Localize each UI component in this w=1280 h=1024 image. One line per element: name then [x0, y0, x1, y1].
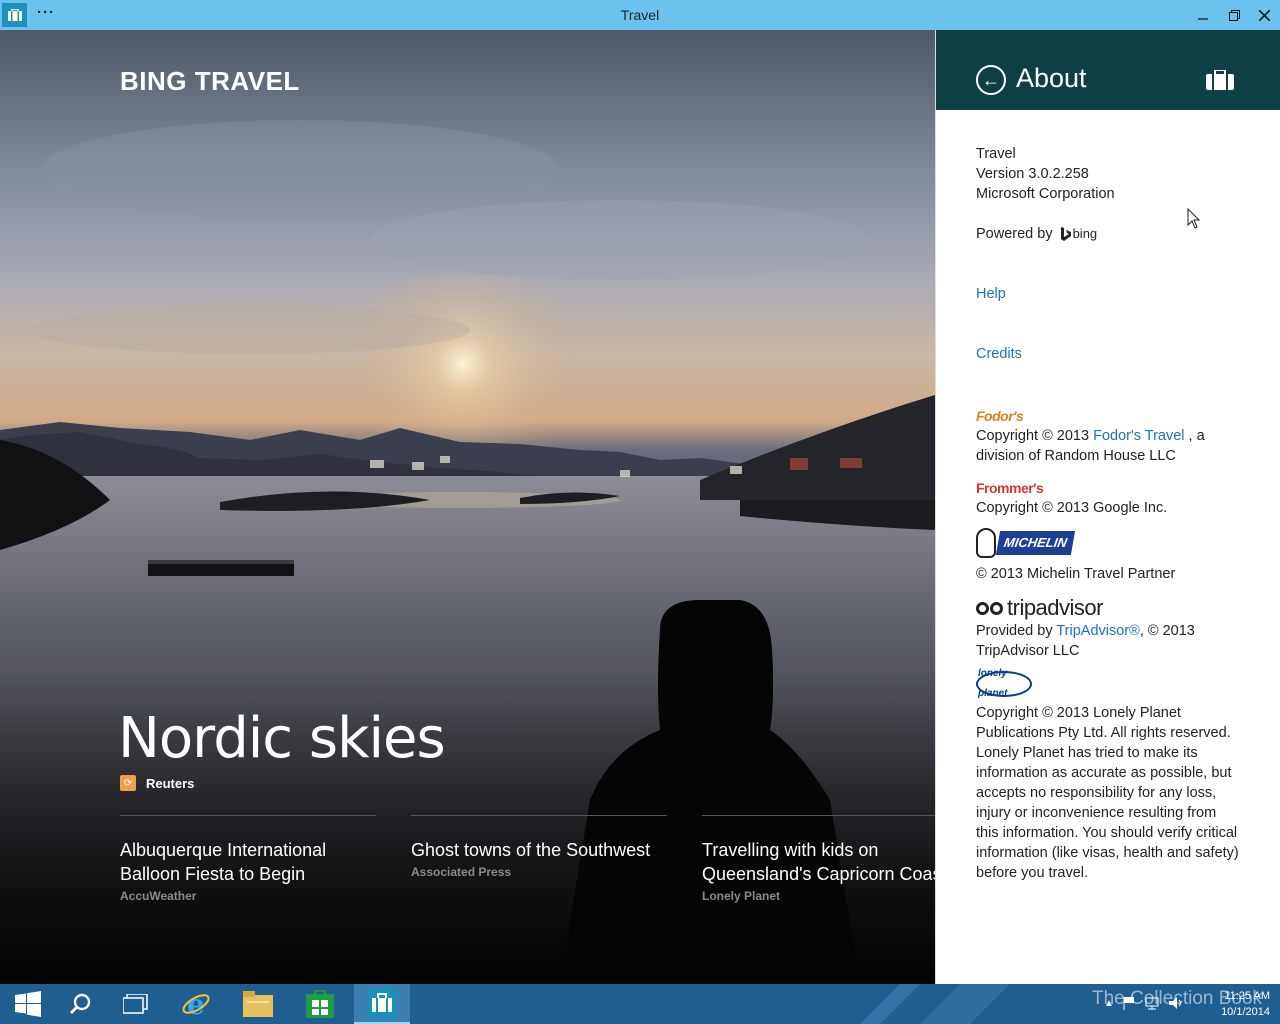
travel-suitcase-icon	[367, 988, 397, 1018]
help-link[interactable]: Help	[976, 286, 1006, 302]
restore-button[interactable]	[1224, 5, 1244, 25]
tripadvisor-logo: tripadvisor	[976, 595, 1103, 620]
store-button[interactable]	[292, 984, 348, 1024]
michelin-wordmark: MICHELIN	[995, 531, 1075, 555]
tripadvisor-copyright: Provided by TripAdvisor®, © 2013 TripAdv…	[976, 621, 1240, 661]
title-bar: ··· Travel	[0, 0, 1280, 30]
story-title-line: Albuquerque International	[120, 840, 327, 860]
hero-source-label: Reuters	[146, 775, 195, 791]
tripadvisor-link[interactable]: TripAdvisor®	[1056, 623, 1139, 639]
story-source: AccuWeather	[120, 889, 197, 903]
fodors-logo: Fodor's	[976, 408, 1024, 424]
story-card[interactable]: Ghost towns of the Southwest Associated …	[411, 815, 667, 879]
lonely-planet-logo: lonely planet	[976, 668, 1032, 699]
story-title-line: Travelling with kids on	[702, 840, 879, 860]
mouse-cursor-icon	[1187, 208, 1201, 229]
hero-panorama[interactable]: BING TRAVEL Nordic skies ⟳ Reuters Albuq…	[0, 30, 935, 984]
app-company: Microsoft Corporation	[976, 186, 1115, 202]
bing-wordmark: bing	[1072, 226, 1098, 241]
about-flyout: ← About Travel Version 3.0.2.258 Microso…	[935, 30, 1280, 984]
powered-by-label: Powered by	[976, 226, 1053, 242]
lonely-planet-disclaimer: Lonely Planet has tried to make its info…	[976, 744, 1239, 881]
tripadvisor-owl-icon	[976, 601, 1003, 615]
search-button[interactable]	[52, 984, 108, 1024]
internet-explorer-icon: e	[182, 989, 210, 1019]
story-source: Associated Press	[411, 865, 512, 879]
tripadvisor-wordmark: tripadvisor	[1007, 595, 1103, 620]
task-view-icon	[123, 994, 148, 1014]
taskbar: e ▲ 11:25 AM 10/1/2014	[0, 984, 1280, 1024]
travel-taskbar-button[interactable]	[354, 984, 410, 1024]
start-button[interactable]	[0, 984, 56, 1024]
svg-text:e: e	[187, 989, 205, 1019]
store-bag-icon	[306, 990, 334, 1018]
bing-logo: bing	[1060, 224, 1098, 244]
story-source: Lonely Planet	[702, 889, 781, 903]
story-card[interactable]: Travelling with kids on Queensland's Cap…	[702, 815, 935, 903]
file-explorer-button[interactable]	[230, 984, 286, 1024]
search-icon	[70, 993, 91, 1014]
window-title: Travel	[620, 7, 660, 23]
minimize-button[interactable]	[1193, 5, 1213, 25]
story-title-line: Ghost towns of the Southwest	[411, 840, 651, 860]
back-arrow-icon[interactable]: ←	[976, 65, 1006, 95]
fodors-travel-link[interactable]: Fodor's Travel	[1093, 428, 1184, 444]
story-title-line: Balloon Fiesta to Begin	[120, 864, 306, 884]
hero-source: ⟳ Reuters	[120, 775, 194, 791]
source-icon: ⟳	[120, 775, 136, 791]
app-brand-title: BING TRAVEL	[120, 66, 300, 96]
credits-link[interactable]: Credits	[976, 346, 1022, 362]
hero-headline[interactable]: Nordic skies	[118, 706, 446, 771]
bing-icon	[1060, 227, 1071, 241]
fodors-copyright: Copyright © 2013 Fodor's Travel , a divi…	[976, 426, 1240, 466]
app-name: Travel	[976, 146, 1016, 162]
fodors-copyright-text: Copyright © 2013	[976, 428, 1094, 444]
lonely-planet-copyright: Copyright © 2013 Lonely Planet Publicati…	[976, 704, 1231, 741]
story-card[interactable]: Albuquerque International Balloon Fiesta…	[120, 815, 376, 903]
michelin-copyright: © 2013 Michelin Travel Partner	[976, 566, 1176, 582]
suitcase-icon	[1206, 69, 1234, 95]
internet-explorer-button[interactable]: e	[168, 984, 224, 1024]
app-version: Version 3.0.2.258	[976, 166, 1089, 182]
windows-logo-icon	[15, 991, 41, 1017]
task-view-button[interactable]	[108, 984, 164, 1024]
frommers-copyright: Copyright © 2013 Google Inc.	[976, 500, 1168, 516]
michelin-logo: MICHELIN	[976, 528, 1075, 558]
folder-icon	[243, 991, 273, 1017]
tripadvisor-copyright-text: Provided by	[976, 622, 1057, 639]
about-title: About	[1016, 63, 1087, 93]
about-header: ← About	[936, 30, 1280, 110]
story-title-line: Queensland's Capricorn Coas	[702, 864, 935, 884]
close-button[interactable]	[1254, 5, 1274, 25]
frommers-logo: Frommer's	[976, 480, 1044, 496]
michelin-man-icon	[976, 528, 996, 558]
watermark-text: The Collection Book	[1092, 988, 1263, 1009]
